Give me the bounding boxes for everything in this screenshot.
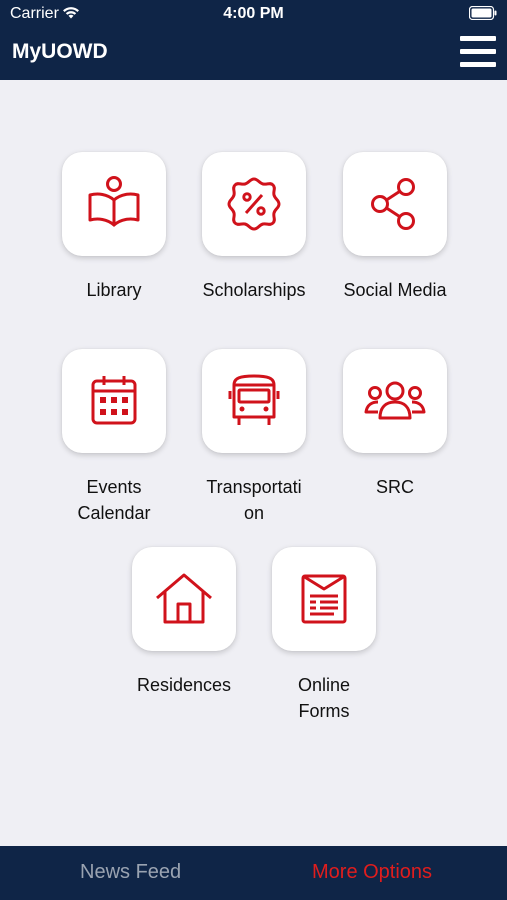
tile-library[interactable]: Library xyxy=(62,152,168,303)
tile-scholarships[interactable]: Scholarships xyxy=(202,152,308,303)
tile-residences[interactable]: Residences xyxy=(132,547,238,698)
tile-src-label: SRC xyxy=(375,477,414,497)
tile-social-media[interactable]: Social Media xyxy=(343,152,449,303)
tile-scholarships-box[interactable] xyxy=(202,152,306,256)
percent-badge-icon xyxy=(227,177,281,231)
menu-line xyxy=(460,36,496,41)
tab-news-feed[interactable]: News Feed xyxy=(80,861,181,884)
tile-social-media-label: Social Media xyxy=(343,280,447,300)
tile-events-calendar-box[interactable] xyxy=(62,349,166,453)
tab-more-options[interactable]: More Options xyxy=(312,861,432,884)
status-bar: Carrier 4:00 PM xyxy=(0,0,507,30)
tile-library-box[interactable] xyxy=(62,152,166,256)
tile-scholarships-label: Scholarships xyxy=(202,280,306,300)
hamburger-menu-icon[interactable] xyxy=(458,34,498,70)
tile-residences-box[interactable] xyxy=(132,547,236,651)
battery-icon xyxy=(468,5,497,25)
bus-icon xyxy=(228,374,280,425)
app-title: MyUOWD xyxy=(12,40,108,63)
menu-line xyxy=(460,49,496,54)
tile-online-forms[interactable]: Online Forms xyxy=(272,547,378,724)
tile-src-box[interactable] xyxy=(343,349,447,453)
tile-events-calendar[interactable]: Events Calendar xyxy=(62,349,168,526)
tile-transportation-label: Transportation xyxy=(206,477,302,523)
tile-online-forms-label: Online Forms xyxy=(297,675,351,721)
tile-social-media-box[interactable] xyxy=(343,152,447,256)
clock-time: 4:00 PM xyxy=(223,5,284,22)
menu-line xyxy=(460,62,496,67)
book-reader-icon xyxy=(88,176,140,227)
group-icon xyxy=(364,381,426,420)
tile-src[interactable]: SRC xyxy=(343,349,449,500)
tile-library-label: Library xyxy=(86,280,142,300)
house-icon xyxy=(156,573,212,624)
tile-residences-label: Residences xyxy=(136,675,232,695)
tile-events-calendar-label: Events Calendar xyxy=(77,477,151,523)
top-bar: Carrier 4:00 PM MyUOWD xyxy=(0,0,507,80)
tile-online-forms-box[interactable] xyxy=(272,547,376,651)
share-icon xyxy=(371,178,415,230)
tile-transportation-box[interactable] xyxy=(202,349,306,453)
tile-transportation[interactable]: Transportation xyxy=(202,349,308,526)
calendar-icon xyxy=(91,376,137,425)
form-icon xyxy=(301,574,347,624)
bottom-tab-bar: News Feed More Options xyxy=(0,846,507,900)
